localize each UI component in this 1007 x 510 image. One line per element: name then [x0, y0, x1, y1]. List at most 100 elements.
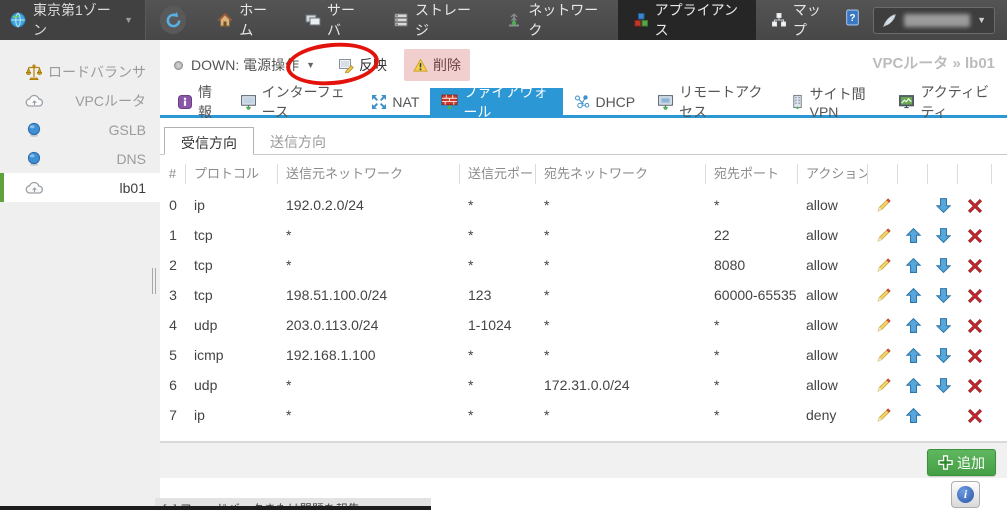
action-cell: allow: [798, 227, 868, 243]
tab-interface[interactable]: インターフェース: [229, 88, 361, 115]
delete-rule-button[interactable]: [967, 408, 983, 424]
menu-item-storage[interactable]: ストレージ: [378, 0, 491, 40]
delete-rule-button[interactable]: [967, 378, 983, 394]
protocol-cell: tcp: [186, 227, 278, 243]
move-rule-up-button[interactable]: [905, 317, 922, 334]
top-navigation-bar: 東京第1ゾーン ▼ ホームサーバストレージネットワークアプライアンスマップ ? …: [0, 0, 1007, 40]
breadcrumb: VPCルータ » lb01: [872, 52, 995, 73]
edit-rule-button[interactable]: [875, 377, 892, 394]
sidebar-item-lb01[interactable]: lb01: [0, 173, 160, 202]
tab-nat[interactable]: NAT: [360, 88, 430, 115]
source-port-cell: *: [460, 197, 536, 213]
sidebar-item-label: ロードバランサ: [48, 62, 146, 82]
arrow-down-icon: [935, 257, 952, 274]
subtab-inbound[interactable]: 受信方向: [164, 127, 254, 155]
apply-button[interactable]: 反映: [329, 49, 396, 81]
chevron-down-icon[interactable]: ▼: [306, 60, 315, 70]
refresh-button[interactable]: [160, 6, 186, 34]
menu-item-home[interactable]: ホーム: [202, 0, 290, 40]
remote-icon: [657, 93, 674, 110]
move-rule-down-button[interactable]: [935, 257, 952, 274]
delete-x-icon: [967, 288, 983, 304]
dest-port-cell: *: [706, 407, 798, 423]
menu-item-map[interactable]: マップ: [756, 0, 844, 40]
move-rule-up-button[interactable]: [905, 347, 922, 364]
menu-item-appliance[interactable]: アプライアンス: [618, 0, 756, 40]
tab-remote-access[interactable]: リモートアクセス: [646, 88, 779, 115]
rule-index-cell: 0: [160, 197, 186, 213]
action-cell: allow: [798, 377, 868, 393]
sidebar-item-load-balancer[interactable]: ロードバランサ: [0, 57, 160, 86]
sidebar-resize-grip[interactable]: [151, 268, 159, 294]
edit-rule-button[interactable]: [875, 197, 892, 214]
source-port-cell: 123: [460, 287, 536, 303]
delete-rule-button[interactable]: [967, 228, 983, 244]
edit-rule-button[interactable]: [875, 257, 892, 274]
move-rule-up-button[interactable]: [905, 377, 922, 394]
tab-site-vpn-label: サイト間VPN: [810, 84, 877, 120]
delete-rule-button[interactable]: [967, 198, 983, 214]
info-button[interactable]: i: [951, 481, 980, 508]
sidebar-item-label: DNS: [116, 151, 146, 167]
move-rule-down-button[interactable]: [935, 317, 952, 334]
move-rule-up-button[interactable]: [905, 257, 922, 274]
sidebar-item-dns[interactable]: DNS: [0, 144, 160, 173]
source-port-cell: 1-1024: [460, 317, 536, 333]
info-icon: i: [957, 486, 974, 503]
dest-network-cell: *: [536, 317, 706, 333]
help-button[interactable]: ?: [844, 8, 861, 32]
delete-rule-button[interactable]: [967, 318, 983, 334]
tab-firewall[interactable]: ファイアウォール: [430, 88, 563, 115]
edit-rule-button[interactable]: [875, 347, 892, 364]
interface-icon: [240, 93, 257, 110]
edit-rule-button[interactable]: [875, 317, 892, 334]
info-icon: [177, 94, 193, 110]
source-network-cell: *: [278, 377, 460, 393]
delete-button[interactable]: 削除: [404, 49, 470, 81]
chevron-down-icon: ▼: [977, 15, 986, 25]
sidebar-item-vpc-router[interactable]: VPCルータ: [0, 86, 160, 115]
column-header-5: 宛先ポート: [706, 164, 798, 184]
home-icon: [217, 12, 233, 28]
edit-rule-button[interactable]: [875, 407, 892, 424]
delete-rule-button[interactable]: [967, 348, 983, 364]
edit-rule-button[interactable]: [875, 287, 892, 304]
move-rule-down-button[interactable]: [935, 197, 952, 214]
tab-activity[interactable]: アクティビティ: [887, 88, 1007, 115]
zone-label: 東京第1ゾーン: [33, 0, 115, 40]
dest-network-cell: *: [536, 407, 706, 423]
move-rule-down-button[interactable]: [935, 377, 952, 394]
tab-info[interactable]: 情報: [166, 88, 229, 115]
tab-dhcp[interactable]: DHCP: [563, 88, 646, 115]
protocol-cell: ip: [186, 407, 278, 423]
edit-rule-button[interactable]: [875, 227, 892, 244]
add-rule-button[interactable]: 追加: [927, 449, 996, 476]
apply-button-label: 反映: [359, 55, 387, 75]
sidebar-item-label: GSLB: [109, 122, 146, 138]
move-rule-down-button[interactable]: [935, 347, 952, 364]
move-rule-up-button[interactable]: [905, 227, 922, 244]
delete-rule-button[interactable]: [967, 258, 983, 274]
sidebar-item-gslb[interactable]: GSLB: [0, 115, 160, 144]
chevron-down-icon: ▼: [124, 15, 133, 25]
menu-item-network[interactable]: ネットワーク: [491, 0, 617, 40]
subtab-outbound[interactable]: 送信方向: [254, 127, 342, 154]
zone-selector[interactable]: 東京第1ゾーン ▼: [0, 0, 146, 40]
tab-info-label: 情報: [198, 82, 218, 122]
move-rule-down-button[interactable]: [935, 287, 952, 304]
activity-icon: [898, 93, 915, 110]
menu-item-server[interactable]: サーバ: [290, 0, 378, 40]
dest-port-cell: *: [706, 317, 798, 333]
source-network-cell: *: [278, 257, 460, 273]
account-menu[interactable]: ▼: [873, 7, 995, 34]
breadcrumb-parent: VPCルータ: [872, 55, 948, 72]
tab-site-vpn[interactable]: サイト間VPN: [779, 88, 888, 115]
move-rule-down-button[interactable]: [935, 227, 952, 244]
delete-rule-button[interactable]: [967, 288, 983, 304]
column-header-icons: [898, 164, 928, 184]
source-network-cell: 198.51.100.0/24: [278, 287, 460, 303]
bottom-edge-bar: [0, 506, 431, 510]
move-rule-up-button[interactable]: [905, 287, 922, 304]
move-rule-up-button[interactable]: [905, 407, 922, 424]
table-header-row: #プロトコル送信元ネットワーク送信元ポート宛先ネットワーク宛先ポートアクション: [160, 158, 1007, 190]
